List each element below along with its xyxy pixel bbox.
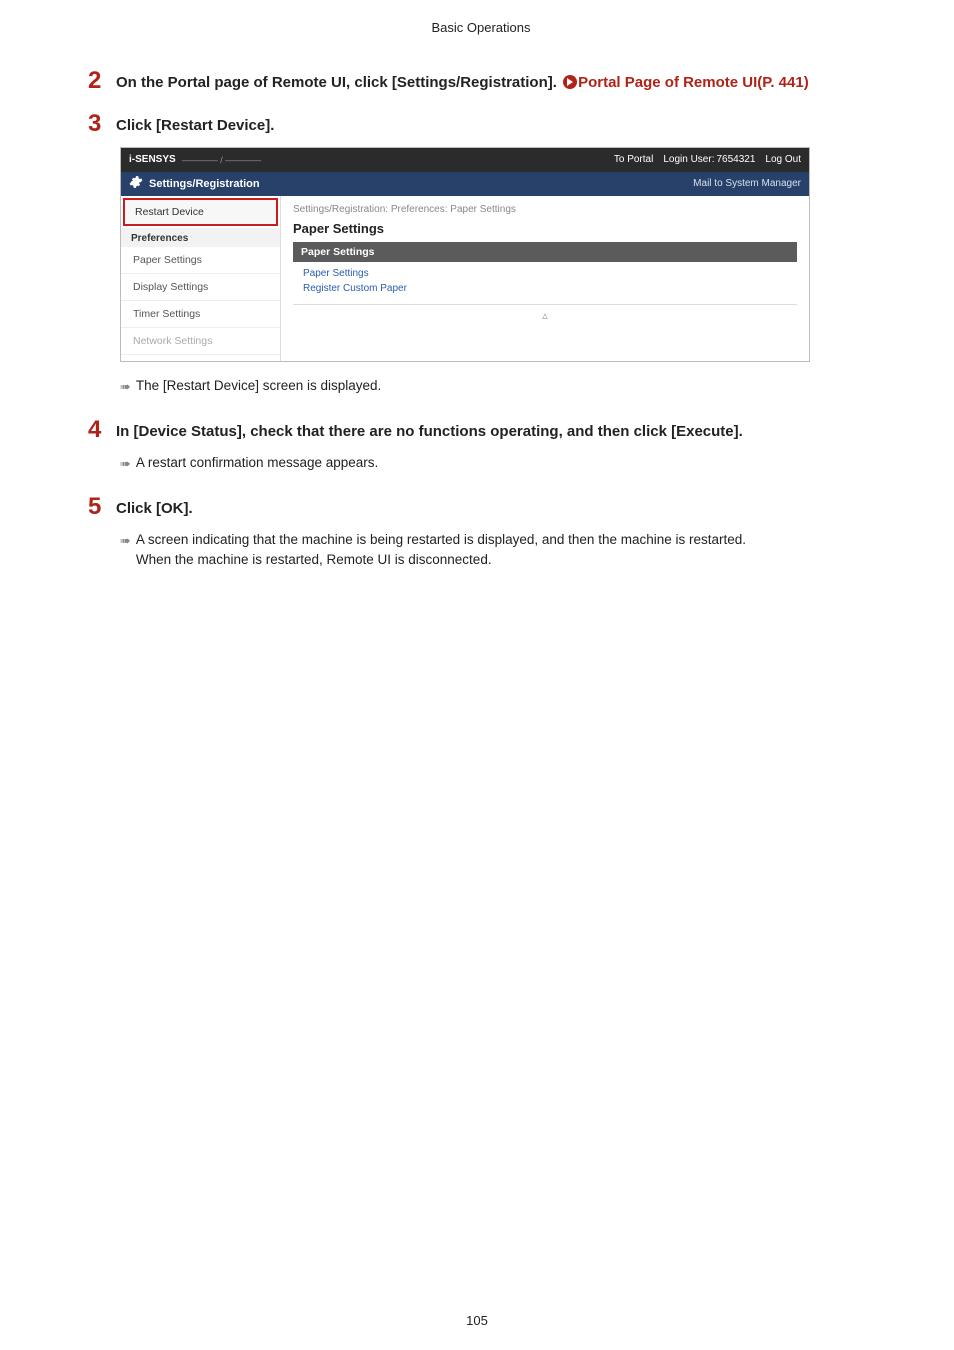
page-number: 105 [0,1313,954,1328]
to-portal-link[interactable]: To Portal [614,154,653,165]
step-text: On the Portal page of Remote UI, click [… [116,69,809,94]
sidebar-item-timer-settings[interactable]: Timer Settings [121,301,280,328]
step-number: 2 [88,69,106,93]
result-arrow-icon: ➠ [120,530,130,551]
main-link-register-custom-paper[interactable]: Register Custom Paper [293,281,797,296]
step-number: 4 [88,418,106,442]
remote-ui-screenshot: i-SENSYS ———— / ———— To Portal Login Use… [120,147,810,362]
ui-sidebar: Restart Device Preferences Paper Setting… [121,196,281,361]
step-2-link[interactable]: Portal Page of Remote UI(P. 441) [578,74,809,91]
step-2: 2 On the Portal page of Remote UI, click… [88,69,874,94]
sidebar-item-paper-settings[interactable]: Paper Settings [121,247,280,274]
step-4: 4 In [Device Status], check that there a… [88,418,874,473]
login-user-label: Login User: [663,154,714,165]
ui-bluebar: Settings/Registration Mail to System Man… [121,172,809,196]
step-5: 5 Click [OK]. ➠ A screen indicating that… [88,495,874,570]
sidebar-group-preferences: Preferences [121,228,280,247]
result-arrow-icon: ➠ [120,376,130,397]
ui-topbar: i-SENSYS ———— / ———— To Portal Login Use… [121,148,809,172]
step-2-text-a: On the Portal page of Remote UI, click [… [116,74,561,91]
step-text: In [Device Status], check that there are… [116,418,743,443]
step-5-sub: ➠ A screen indicating that the machine i… [120,530,874,571]
step-text: Click [Restart Device]. [116,112,274,137]
logout-link[interactable]: Log Out [765,154,801,165]
bluebar-title: Settings/Registration [149,178,260,190]
ui-brand: i-SENSYS [129,154,176,165]
main-link-paper-settings[interactable]: Paper Settings [293,266,797,281]
step-4-sub-text: A restart confirmation message appears. [136,453,378,473]
main-section-bar: Paper Settings [293,242,797,262]
gear-icon [129,175,143,192]
result-arrow-icon: ➠ [120,453,130,474]
step-3: 3 Click [Restart Device]. i-SENSYS ———— … [88,112,874,396]
step-4-sub: ➠ A restart confirmation message appears… [120,453,874,474]
step-number: 3 [88,112,106,136]
step-5-sub-text-2: When the machine is restarted, Remote UI… [136,550,746,570]
login-user: 7654321 [716,154,755,165]
step-3-sub-text: The [Restart Device] screen is displayed… [136,376,381,396]
step-text: Click [OK]. [116,495,193,520]
link-arrow-icon [563,75,577,89]
page-header: Basic Operations [88,20,874,35]
sidebar-item-display-settings[interactable]: Display Settings [121,274,280,301]
main-end-marker: ▵ [293,304,797,326]
sidebar-item-network-settings[interactable]: Network Settings [121,328,280,355]
step-5-sub-text-1: A screen indicating that the machine is … [136,530,746,550]
sidebar-item-restart-device[interactable]: Restart Device [123,198,278,226]
breadcrumb: Settings/Registration: Preferences: Pape… [293,204,797,215]
ui-model: ———— / ———— [182,155,262,165]
step-3-sub: ➠ The [Restart Device] screen is display… [120,376,874,397]
step-number: 5 [88,495,106,519]
main-heading: Paper Settings [293,221,797,236]
ui-main: Settings/Registration: Preferences: Pape… [281,196,809,361]
mail-to-manager-link[interactable]: Mail to System Manager [693,178,801,189]
